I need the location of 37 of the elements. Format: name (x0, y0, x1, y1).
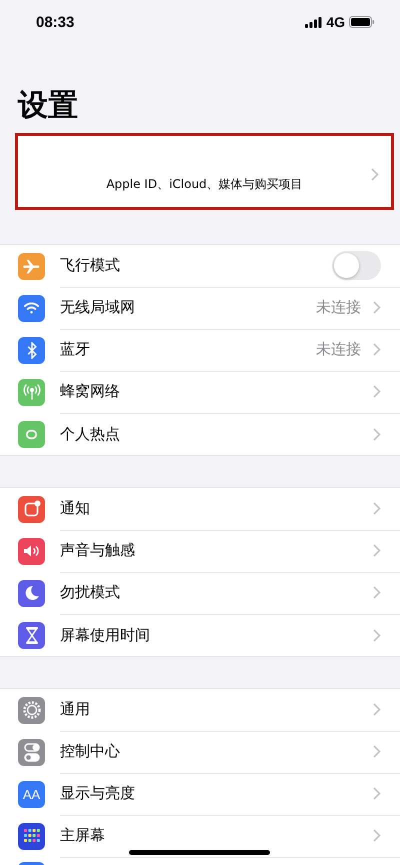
setting-label[interactable]: 控制中心 (60, 742, 373, 761)
setting-value: 未连接 (316, 298, 361, 317)
account-subtitle: Apple ID、iCloud、媒体与购买项目 (106, 176, 303, 193)
page-title: 设置 (16, 87, 79, 125)
battery-icon (349, 16, 375, 28)
network-label: 4G (326, 14, 345, 30)
setting-label[interactable]: 主屏幕 (60, 826, 373, 845)
chevron-icon (373, 787, 381, 800)
setting-label[interactable]: 通用 (60, 700, 373, 719)
signal-icon (305, 16, 322, 28)
chevron-icon (373, 343, 381, 356)
setting-label[interactable]: 个人热点 (60, 424, 373, 444)
setting-label[interactable]: 蓝牙 (60, 340, 316, 359)
chevron-icon (371, 168, 379, 181)
setting-label[interactable]: 显示与亮度 (60, 784, 373, 803)
toggle-switch[interactable] (332, 251, 381, 280)
setting-value: 未连接 (316, 340, 361, 359)
setting-label[interactable]: 无线局域网 (60, 298, 316, 317)
chevron-icon (373, 428, 381, 440)
setting-label[interactable]: 飞行模式 (60, 256, 332, 275)
chevron-icon (373, 628, 381, 642)
chevron-icon (373, 301, 381, 314)
account-row[interactable]: Apple ID、iCloud、媒体与购买项目 (15, 133, 394, 210)
setting-label[interactable]: 勿扰模式 (60, 583, 373, 602)
chevron-icon (373, 586, 381, 599)
text-size-icon: AA (18, 780, 45, 808)
setting-label[interactable]: 声音与触感 (60, 541, 373, 560)
setting-label[interactable]: 通知 (60, 499, 373, 518)
setting-label[interactable]: 屏幕使用时间 (60, 626, 373, 644)
chevron-icon (373, 544, 381, 557)
chevron-icon (373, 703, 381, 716)
status-time: 08:33 (36, 14, 74, 30)
chevron-icon (373, 502, 381, 515)
chevron-icon (373, 829, 381, 842)
chevron-icon (373, 745, 381, 758)
setting-label[interactable]: 蜂窝网络 (60, 382, 373, 401)
chevron-icon (373, 385, 381, 398)
